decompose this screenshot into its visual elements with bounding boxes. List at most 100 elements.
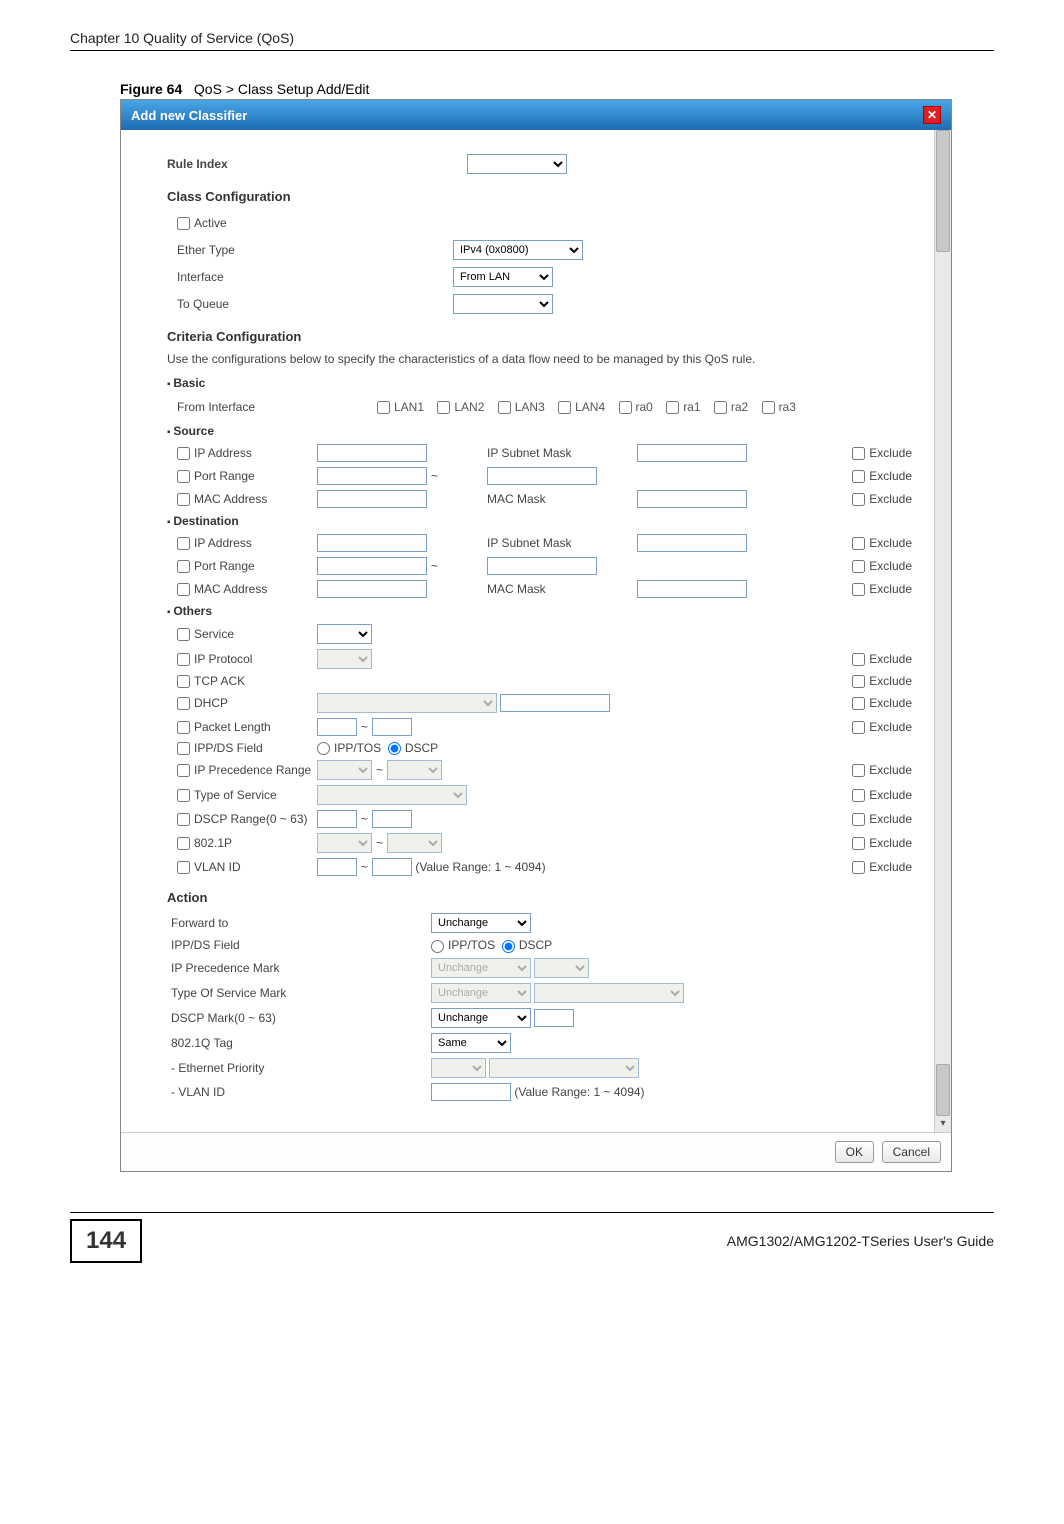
source-mac-mask-input[interactable] — [637, 490, 747, 508]
others-heading: Others — [167, 604, 912, 618]
dscp-range-to[interactable] — [372, 810, 412, 828]
figure-caption-text: QoS > Class Setup Add/Edit — [194, 81, 370, 97]
dest-ip-exclude-check[interactable] — [852, 537, 865, 550]
8021p-check[interactable] — [177, 837, 190, 850]
source-ip-exclude-check[interactable] — [852, 447, 865, 460]
service-select[interactable] — [317, 624, 372, 644]
ip-precedence-exclude-check[interactable] — [852, 764, 865, 777]
type-of-service-exclude-check[interactable] — [852, 789, 865, 802]
ra1-check[interactable]: ra1 — [666, 400, 700, 414]
8021p-from-select — [317, 833, 372, 853]
scroll-down-icon[interactable]: ▾ — [937, 1118, 949, 1130]
dest-mac-exclude-check[interactable] — [852, 583, 865, 596]
packet-length-to[interactable] — [372, 718, 412, 736]
source-ip-check[interactable] — [177, 447, 190, 460]
ip-precedence-to-select — [387, 760, 442, 780]
ok-button[interactable]: OK — [835, 1141, 874, 1163]
dest-port-check[interactable] — [177, 560, 190, 573]
source-mac-input[interactable] — [317, 490, 427, 508]
8021q-tag-select[interactable]: Same — [431, 1033, 511, 1053]
ra0-check[interactable]: ra0 — [619, 400, 653, 414]
tcp-ack-exclude-check[interactable] — [852, 675, 865, 688]
packet-length-exclude-check[interactable] — [852, 721, 865, 734]
ra2-check[interactable]: ra2 — [714, 400, 748, 414]
lan1-check[interactable]: LAN1 — [377, 400, 424, 414]
dscp-radio[interactable]: DSCP — [388, 741, 438, 755]
lan4-check[interactable]: LAN4 — [558, 400, 605, 414]
dialog-content: Rule Index Class Configuration Active Et… — [121, 130, 934, 1132]
source-mac-exclude-check[interactable] — [852, 493, 865, 506]
source-port-from[interactable] — [317, 467, 427, 485]
dest-ip-check[interactable] — [177, 537, 190, 550]
page-number: 144 — [70, 1219, 142, 1263]
dhcp-exclude-check[interactable] — [852, 697, 865, 710]
source-port-to[interactable] — [487, 467, 597, 485]
dest-mac-mask-input[interactable] — [637, 580, 747, 598]
dscp-mark-select[interactable]: Unchange — [431, 1008, 531, 1028]
ip-protocol-exclude-check[interactable] — [852, 653, 865, 666]
ra3-check[interactable]: ra3 — [762, 400, 796, 414]
8021q-tag-label: 802.1Q Tag — [171, 1036, 431, 1050]
scroll-thumb[interactable] — [936, 130, 950, 252]
dscp-range-check[interactable] — [177, 813, 190, 826]
active-checkbox[interactable] — [177, 217, 190, 230]
action-vlan-id-label: - VLAN ID — [171, 1085, 431, 1099]
ippds-field-check[interactable] — [177, 742, 190, 755]
type-of-service-check[interactable] — [177, 789, 190, 802]
ethernet-priority-select — [431, 1058, 486, 1078]
rule-index-select[interactable] — [467, 154, 567, 174]
dest-ip-input[interactable] — [317, 534, 427, 552]
forward-to-label: Forward to — [171, 916, 431, 930]
vlan-id-row: VLAN ID ~ (Value Range: 1 ~ 4094) Exclud… — [177, 858, 912, 876]
vertical-scrollbar[interactable]: ▾ — [934, 130, 951, 1132]
service-row: Service — [177, 624, 912, 644]
ether-type-select[interactable]: IPv4 (0x0800) — [453, 240, 583, 260]
lan2-check[interactable]: LAN2 — [437, 400, 484, 414]
vlan-id-check[interactable] — [177, 861, 190, 874]
packet-length-from[interactable] — [317, 718, 357, 736]
interface-select[interactable]: From LAN — [453, 267, 553, 287]
packet-length-check[interactable] — [177, 721, 190, 734]
type-of-service-mark-label: Type Of Service Mark — [171, 986, 431, 1000]
dscp-range-from[interactable] — [317, 810, 357, 828]
criteria-title: Criteria Configuration — [167, 329, 912, 344]
dest-port-exclude-check[interactable] — [852, 560, 865, 573]
service-check[interactable] — [177, 628, 190, 641]
source-ip-row: IP Address IP Subnet Mask Exclude — [177, 444, 912, 462]
dest-mac-check[interactable] — [177, 583, 190, 596]
to-queue-select[interactable] — [453, 294, 553, 314]
8021p-exclude-check[interactable] — [852, 837, 865, 850]
ip-protocol-select — [317, 649, 372, 669]
source-subnet-input[interactable] — [637, 444, 747, 462]
tcp-ack-check[interactable] — [177, 675, 190, 688]
dscp-mark-input[interactable] — [534, 1009, 574, 1027]
source-mac-check[interactable] — [177, 493, 190, 506]
dest-port-to[interactable] — [487, 557, 597, 575]
close-icon[interactable]: ✕ — [923, 106, 941, 124]
ipptos-radio[interactable]: IPP/TOS — [317, 741, 381, 755]
lan3-check[interactable]: LAN3 — [498, 400, 545, 414]
vlan-id-from[interactable] — [317, 858, 357, 876]
action-ipptos-radio[interactable]: IPP/TOS — [431, 938, 495, 952]
source-port-exclude-check[interactable] — [852, 470, 865, 483]
ip-protocol-check[interactable] — [177, 653, 190, 666]
vlan-id-exclude-check[interactable] — [852, 861, 865, 874]
dhcp-input[interactable] — [500, 694, 610, 712]
dscp-range-exclude-check[interactable] — [852, 813, 865, 826]
dest-mac-input[interactable] — [317, 580, 427, 598]
action-dscp-radio[interactable]: DSCP — [502, 938, 552, 952]
dest-subnet-input[interactable] — [637, 534, 747, 552]
ip-precedence-range-check[interactable] — [177, 764, 190, 777]
dhcp-check[interactable] — [177, 697, 190, 710]
source-ip-input[interactable] — [317, 444, 427, 462]
source-port-check[interactable] — [177, 470, 190, 483]
cancel-button[interactable]: Cancel — [882, 1141, 941, 1163]
action-vlan-id-input[interactable] — [431, 1083, 511, 1101]
tcp-ack-row: TCP ACK Exclude — [177, 674, 912, 688]
vlan-id-to[interactable] — [372, 858, 412, 876]
scroll-thumb-bottom[interactable] — [936, 1064, 950, 1116]
type-of-service-mark-select: Unchange — [431, 983, 531, 1003]
ip-precedence-mark-select: Unchange — [431, 958, 531, 978]
dest-port-from[interactable] — [317, 557, 427, 575]
forward-to-select[interactable]: Unchange — [431, 913, 531, 933]
